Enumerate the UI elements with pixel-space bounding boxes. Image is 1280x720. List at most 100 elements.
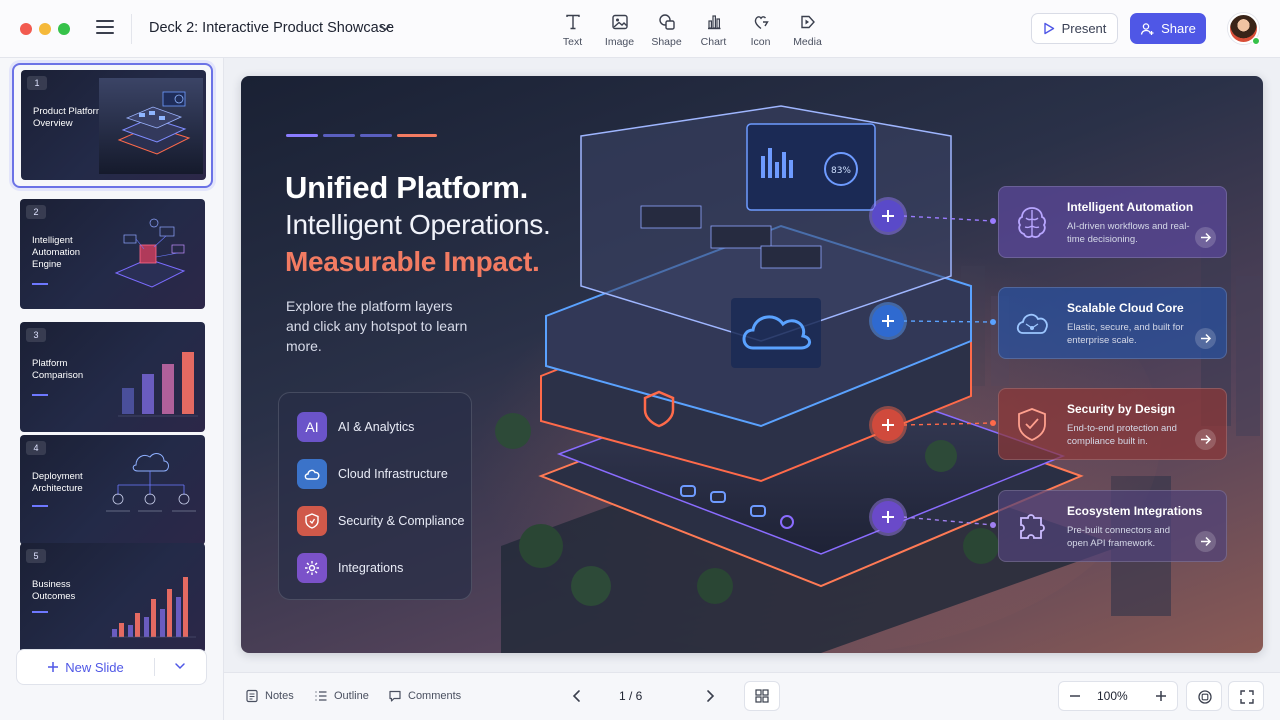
fullscreen-icon	[1240, 690, 1254, 704]
tool-label: Text	[562, 36, 583, 48]
callout-ecosystem-integrations[interactable]: Ecosystem Integrations Pre-built connect…	[998, 490, 1227, 562]
callout-intelligent-automation[interactable]: Intelligent Automation AI-driven workflo…	[998, 186, 1227, 258]
tool-label: Media	[793, 36, 822, 48]
automation-illustration	[114, 218, 186, 288]
new-slide-control: New Slide	[16, 649, 207, 685]
zoom-in-icon[interactable]	[1153, 688, 1169, 704]
slide-thumbnail-5[interactable]: 5 Business Outcomes	[12, 537, 213, 662]
chart-icon	[707, 15, 720, 30]
slide-number: 3	[26, 328, 46, 342]
tool-media[interactable]: Media	[784, 10, 831, 50]
fit-screen-icon	[1198, 690, 1212, 704]
cloud-icon	[297, 459, 327, 489]
tool-shape[interactable]: Shape	[643, 10, 690, 50]
slide-thumbnail-2[interactable]: 2 Intelligent Automation Engine	[12, 193, 213, 318]
zoom-level: 100%	[1097, 689, 1128, 703]
new-slide-button[interactable]: New Slide	[17, 650, 154, 684]
notes-icon	[246, 689, 258, 703]
bottom-bar: Notes Outline Comments 1 / 6 100%	[224, 672, 1280, 720]
slide-thumbnail-title: Intelligent Automation Engine	[32, 235, 81, 270]
slide-accent-bar	[32, 611, 48, 613]
notes-label: Notes	[265, 690, 294, 702]
tool-label: Chart	[700, 36, 727, 48]
close-window-button[interactable]	[20, 23, 32, 35]
arrow-right-icon[interactable]	[1195, 429, 1216, 450]
menu-icon[interactable]	[96, 20, 114, 36]
hotspot-automation[interactable]	[872, 200, 904, 232]
new-slide-label: New Slide	[65, 659, 124, 675]
slide-thumbnail-3[interactable]: 3 Platform Comparison	[12, 316, 213, 441]
page-indicator: 1 / 6	[619, 689, 643, 703]
comments-button[interactable]: Comments	[388, 689, 461, 703]
minimize-window-button[interactable]	[39, 23, 51, 35]
plus-icon	[882, 511, 894, 523]
deck-title[interactable]: Deck 2: Interactive Product Showcase	[149, 20, 394, 36]
slide-thumbnail-preview: 1 Product Platform Overview	[21, 70, 206, 180]
layer-label: Cloud Infrastructure	[338, 467, 448, 481]
zoom-control: 100%	[1058, 681, 1178, 711]
play-icon	[1043, 22, 1054, 35]
arrow-right-icon[interactable]	[1195, 531, 1216, 552]
fullscreen-button[interactable]	[1228, 681, 1264, 711]
slide-sidebar: 1 Product Platform Overview 2 Intelligen…	[0, 58, 224, 720]
headline-line-1: Unified Platform.	[285, 170, 528, 205]
top-bar: Deck 2: Interactive Product Showcase Tex…	[0, 0, 1280, 58]
layer-item-ai-analytics[interactable]: AI AI & Analytics	[297, 412, 414, 442]
callout-scalable-cloud-core[interactable]: Scalable Cloud Core Elastic, secure, and…	[998, 287, 1227, 359]
outline-button[interactable]: Outline	[314, 689, 369, 703]
cloud-icon	[1016, 313, 1048, 334]
text-icon	[565, 14, 580, 30]
chevron-right-icon[interactable]	[702, 687, 718, 705]
slide-thumbnail-title: Deployment Architecture	[32, 471, 83, 494]
fit-to-screen-button[interactable]	[1186, 681, 1222, 711]
notes-button[interactable]: Notes	[245, 689, 294, 703]
slide-canvas[interactable]: 83% Unified Platform. Intelligent Operat…	[241, 76, 1263, 653]
user-add-icon	[1140, 22, 1154, 35]
arrow-right-icon[interactable]	[1195, 328, 1216, 349]
present-button[interactable]: Present	[1031, 13, 1118, 44]
slide-thumbnail-preview: 4 Deployment Architecture	[20, 435, 205, 545]
slide-thumbnail-4[interactable]: 4 Deployment Architecture	[12, 429, 213, 554]
slide-thumbnail-1[interactable]: 1 Product Platform Overview	[12, 63, 213, 188]
brain-icon	[1018, 207, 1046, 238]
layer-item-integrations[interactable]: Integrations	[297, 553, 403, 583]
callout-security-by-design[interactable]: Security by Design End-to-end protection…	[998, 388, 1227, 460]
share-label: Share	[1161, 21, 1196, 36]
layer-label: Integrations	[338, 561, 404, 575]
window-controls	[20, 23, 70, 35]
tool-chart[interactable]: Chart	[690, 10, 737, 50]
shield-icon	[1018, 408, 1046, 441]
slide-accent-bar	[32, 283, 48, 285]
shield-icon	[297, 506, 327, 536]
chevron-left-icon[interactable]	[569, 687, 585, 705]
hotspot-integrations[interactable]	[872, 501, 904, 533]
slide-thumbnail-title: Platform Comparison	[32, 358, 84, 381]
arrow-right-icon[interactable]	[1195, 227, 1216, 248]
layer-item-cloud-infrastructure[interactable]: Cloud Infrastructure	[297, 459, 448, 489]
image-icon	[611, 14, 628, 30]
media-icon	[800, 15, 815, 29]
comment-icon	[389, 690, 401, 702]
slide-accent-bar	[32, 394, 48, 396]
building-illustration	[99, 78, 203, 174]
plus-icon	[882, 419, 894, 431]
tool-icon[interactable]: Icon	[737, 10, 784, 50]
share-button[interactable]: Share	[1130, 13, 1206, 44]
hotspot-cloud[interactable]	[872, 305, 904, 337]
chevron-down-icon[interactable]	[167, 660, 193, 674]
callout-description: End-to-end protection and compliance bui…	[1067, 423, 1177, 447]
bar-chart-illustration	[118, 352, 198, 417]
zoom-out-icon[interactable]	[1067, 688, 1083, 704]
slide-thumbnail-title: Product Platform Overview	[33, 106, 104, 129]
tool-text[interactable]: Text	[549, 10, 596, 50]
callout-title: Scalable Cloud Core	[1067, 301, 1184, 315]
plus-icon	[882, 210, 894, 222]
layer-item-security-compliance[interactable]: Security & Compliance	[297, 506, 464, 536]
tool-image[interactable]: Image	[596, 10, 643, 50]
chevron-down-icon[interactable]	[379, 20, 391, 36]
hotspot-security[interactable]	[872, 409, 904, 441]
grid-view-button[interactable]	[744, 681, 780, 711]
gear-icon	[297, 553, 327, 583]
callout-title: Security by Design	[1067, 402, 1176, 416]
maximize-window-button[interactable]	[58, 23, 70, 35]
